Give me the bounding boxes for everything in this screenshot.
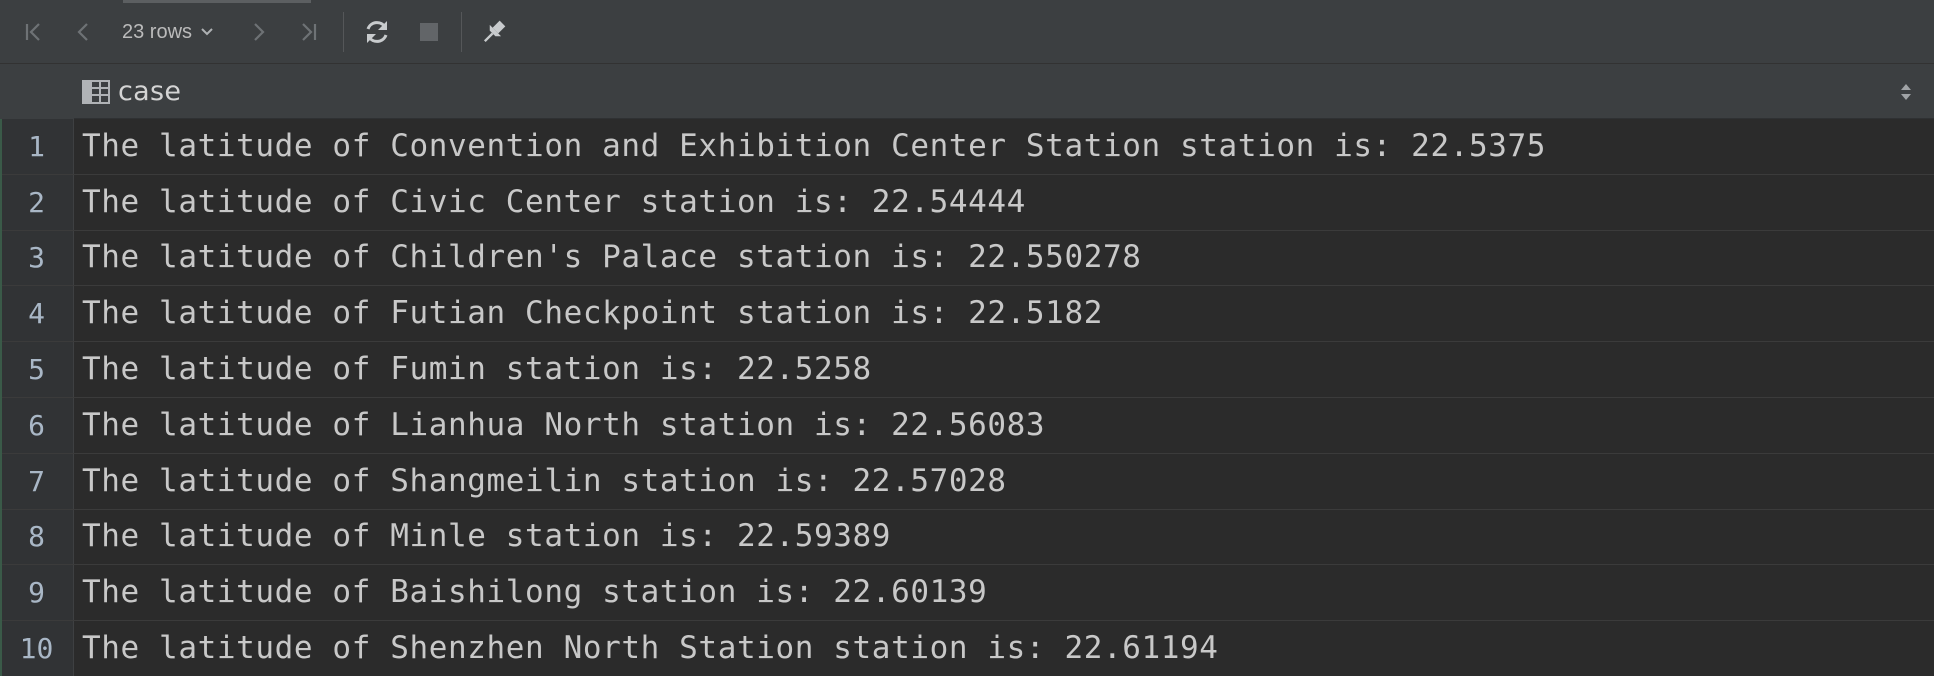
- row-number: 1: [0, 119, 74, 174]
- row-number-header: [0, 64, 74, 119]
- refresh-button[interactable]: [357, 12, 397, 52]
- row-number: 3: [0, 230, 74, 286]
- table-row[interactable]: 9 The latitude of Baishilong station is:…: [0, 565, 1934, 622]
- case-cell[interactable]: The latitude of Civic Center station is:…: [74, 186, 1026, 218]
- row-number: 4: [0, 286, 74, 342]
- case-cell[interactable]: The latitude of Fumin station is: 22.525…: [74, 354, 872, 385]
- case-cell[interactable]: The latitude of Futian Checkpoint statio…: [74, 298, 1103, 329]
- case-cell[interactable]: The latitude of Minle station is: 22.593…: [74, 521, 891, 552]
- table-row[interactable]: 5 The latitude of Fumin station is: 22.5…: [0, 342, 1934, 398]
- result-rows: 1 The latitude of Convention and Exhibit…: [0, 119, 1934, 676]
- column-header-case[interactable]: case: [82, 64, 181, 119]
- grid-toolbar: 23 rows: [0, 0, 1934, 64]
- previous-page-button[interactable]: [64, 12, 104, 52]
- case-cell[interactable]: The latitude of Shenzhen North Station s…: [74, 633, 1219, 664]
- case-cell[interactable]: The latitude of Children's Palace statio…: [74, 242, 1142, 273]
- next-page-icon: [254, 23, 265, 41]
- row-number: 8: [0, 509, 74, 565]
- table-row[interactable]: 4 The latitude of Futian Checkpoint stat…: [0, 286, 1934, 343]
- table-row[interactable]: 2 The latitude of Civic Center station i…: [0, 174, 1934, 231]
- last-page-button[interactable]: [288, 12, 328, 52]
- gutter-edge-marker: [0, 119, 2, 676]
- rows-count-dropdown[interactable]: 23 rows: [114, 14, 222, 50]
- toolbar-separator: [461, 12, 462, 52]
- first-page-icon: [25, 23, 40, 41]
- row-number: 10: [0, 621, 74, 676]
- pin-tab-button[interactable]: [474, 12, 514, 52]
- table-row[interactable]: 7 The latitude of Shangmeilin station is…: [0, 453, 1934, 510]
- last-page-icon: [302, 23, 317, 41]
- next-page-button[interactable]: [238, 12, 278, 52]
- table-row[interactable]: 8 The latitude of Minle station is: 22.5…: [0, 509, 1934, 566]
- table-row[interactable]: 1 The latitude of Convention and Exhibit…: [0, 119, 1934, 175]
- table-row[interactable]: 10 The latitude of Shenzhen North Statio…: [0, 621, 1934, 676]
- table-column-icon: [82, 79, 110, 104]
- case-cell[interactable]: The latitude of Shangmeilin station is: …: [74, 465, 1007, 497]
- refresh-icon: [366, 21, 388, 43]
- stop-icon: [420, 23, 438, 41]
- stop-button[interactable]: [409, 12, 449, 52]
- pin-icon: [483, 20, 506, 43]
- table-row[interactable]: 6 The latitude of Lianhua North station …: [0, 397, 1934, 454]
- first-page-button[interactable]: [14, 12, 54, 52]
- rows-count-label: 23 rows: [122, 20, 193, 43]
- table-row[interactable]: 3 The latitude of Children's Palace stat…: [0, 230, 1934, 287]
- row-number: 5: [0, 342, 74, 397]
- chevron-down-icon: [201, 28, 213, 36]
- row-number: 7: [0, 453, 74, 509]
- result-grid-window: 23 rows case 1 The latitude of Conventio…: [0, 0, 1934, 676]
- column-header-row: case: [0, 64, 1934, 119]
- sort-icon[interactable]: [1900, 82, 1912, 102]
- case-cell[interactable]: The latitude of Convention and Exhibitio…: [74, 130, 1546, 162]
- previous-page-icon: [77, 23, 88, 41]
- toolbar-separator: [343, 12, 344, 52]
- row-number: 2: [0, 174, 74, 230]
- row-number: 9: [0, 565, 74, 621]
- case-cell[interactable]: The latitude of Baishilong station is: 2…: [74, 577, 987, 608]
- active-tab-indicator: [123, 0, 311, 3]
- case-cell[interactable]: The latitude of Lianhua North station is…: [74, 409, 1045, 441]
- row-number: 6: [0, 397, 74, 453]
- column-header-label: case: [118, 76, 182, 107]
